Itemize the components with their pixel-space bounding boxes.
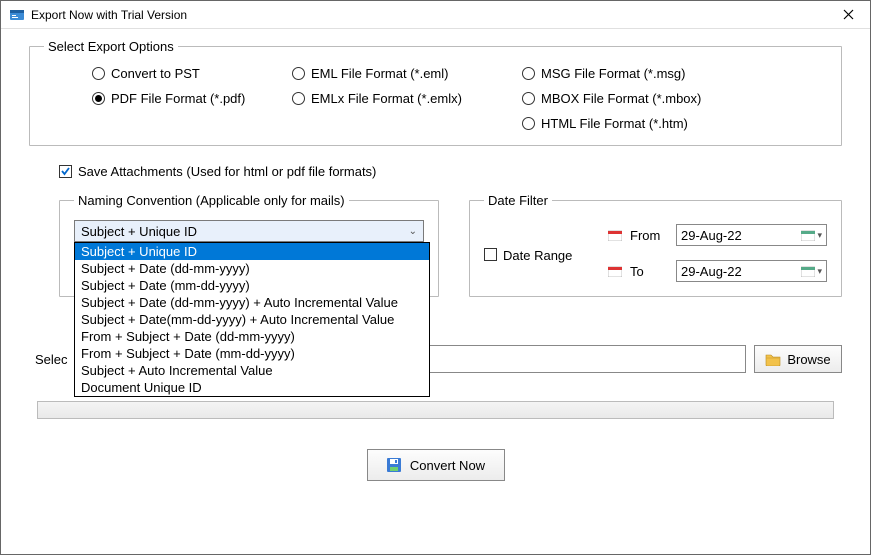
- folder-icon: [765, 353, 781, 366]
- radio-pdf[interactable]: PDF File Format (*.pdf): [92, 91, 292, 106]
- naming-combo-dropdown: Subject + Unique ID Subject + Date (dd-m…: [74, 242, 430, 397]
- calendar-icon: [608, 229, 622, 241]
- radio-label: MBOX File Format (*.mbox): [541, 91, 701, 106]
- naming-option[interactable]: Subject + Date(mm-dd-yyyy) + Auto Increm…: [75, 311, 429, 328]
- calendar-icon: [608, 265, 622, 277]
- chevron-down-icon: ⌄: [409, 226, 417, 237]
- naming-option[interactable]: Subject + Date (mm-dd-yyyy): [75, 277, 429, 294]
- naming-combo[interactable]: Subject + Unique ID ⌄ Subject + Unique I…: [74, 220, 424, 242]
- convert-now-label: Convert Now: [410, 458, 485, 473]
- naming-option[interactable]: Subject + Unique ID: [75, 243, 429, 260]
- browse-label: Browse: [787, 352, 830, 367]
- naming-combo-value: Subject + Unique ID: [81, 224, 197, 239]
- from-label: From: [630, 228, 668, 243]
- naming-option[interactable]: Document Unique ID: [75, 379, 429, 396]
- naming-option[interactable]: Subject + Auto Incremental Value: [75, 362, 429, 379]
- date-filter-group: Date Filter Date Range From 29-Aug-22 ▾: [469, 193, 842, 297]
- date-range-label: Date Range: [503, 248, 572, 263]
- chevron-down-icon: ▾: [817, 266, 822, 277]
- close-button[interactable]: [828, 2, 868, 28]
- radio-label: HTML File Format (*.htm): [541, 116, 688, 131]
- save-attachments-label: Save Attachments (Used for html or pdf f…: [78, 164, 376, 179]
- date-range-checkbox[interactable]: Date Range: [484, 224, 594, 282]
- naming-option[interactable]: Subject + Date (dd-mm-yyyy): [75, 260, 429, 277]
- browse-button[interactable]: Browse: [754, 345, 842, 373]
- export-options-group: Select Export Options Convert to PST EML…: [29, 39, 842, 146]
- calendar-icon: [801, 229, 815, 241]
- naming-convention-group: Naming Convention (Applicable only for m…: [59, 193, 439, 297]
- radio-msg[interactable]: MSG File Format (*.msg): [522, 66, 752, 81]
- radio-label: EML File Format (*.eml): [311, 66, 448, 81]
- naming-combo-display[interactable]: Subject + Unique ID ⌄: [74, 220, 424, 242]
- to-label: To: [630, 264, 668, 279]
- from-date-input[interactable]: 29-Aug-22 ▾: [676, 224, 827, 246]
- radio-mbox[interactable]: MBOX File Format (*.mbox): [522, 91, 752, 106]
- close-icon: [843, 9, 854, 20]
- calendar-icon: [801, 265, 815, 277]
- radio-label: MSG File Format (*.msg): [541, 66, 685, 81]
- to-date-input[interactable]: 29-Aug-22 ▾: [676, 260, 827, 282]
- radio-label: PDF File Format (*.pdf): [111, 91, 245, 106]
- save-icon: [386, 457, 402, 473]
- radio-convert-to-pst[interactable]: Convert to PST: [92, 66, 292, 81]
- to-date-value: 29-Aug-22: [681, 264, 742, 279]
- progress-bar: [37, 401, 834, 419]
- chevron-down-icon: ▾: [817, 230, 822, 241]
- naming-option[interactable]: From + Subject + Date (mm-dd-yyyy): [75, 345, 429, 362]
- radio-label: Convert to PST: [111, 66, 200, 81]
- window-title: Export Now with Trial Version: [31, 8, 828, 22]
- export-options-legend: Select Export Options: [44, 39, 178, 54]
- radio-label: EMLx File Format (*.emlx): [311, 91, 462, 106]
- radio-emlx[interactable]: EMLx File Format (*.emlx): [292, 91, 522, 106]
- radio-eml[interactable]: EML File Format (*.eml): [292, 66, 522, 81]
- convert-now-button[interactable]: Convert Now: [367, 449, 505, 481]
- date-filter-legend: Date Filter: [484, 193, 552, 208]
- from-date-value: 29-Aug-22: [681, 228, 742, 243]
- naming-option[interactable]: From + Subject + Date (dd-mm-yyyy): [75, 328, 429, 345]
- checkbox-icon: [59, 165, 72, 178]
- radio-html[interactable]: HTML File Format (*.htm): [522, 116, 752, 131]
- naming-option[interactable]: Subject + Date (dd-mm-yyyy) + Auto Incre…: [75, 294, 429, 311]
- naming-legend: Naming Convention (Applicable only for m…: [74, 193, 349, 208]
- titlebar: Export Now with Trial Version: [1, 1, 870, 29]
- app-icon: [9, 7, 25, 23]
- save-attachments-checkbox[interactable]: Save Attachments (Used for html or pdf f…: [59, 164, 842, 179]
- checkbox-icon: [484, 248, 497, 261]
